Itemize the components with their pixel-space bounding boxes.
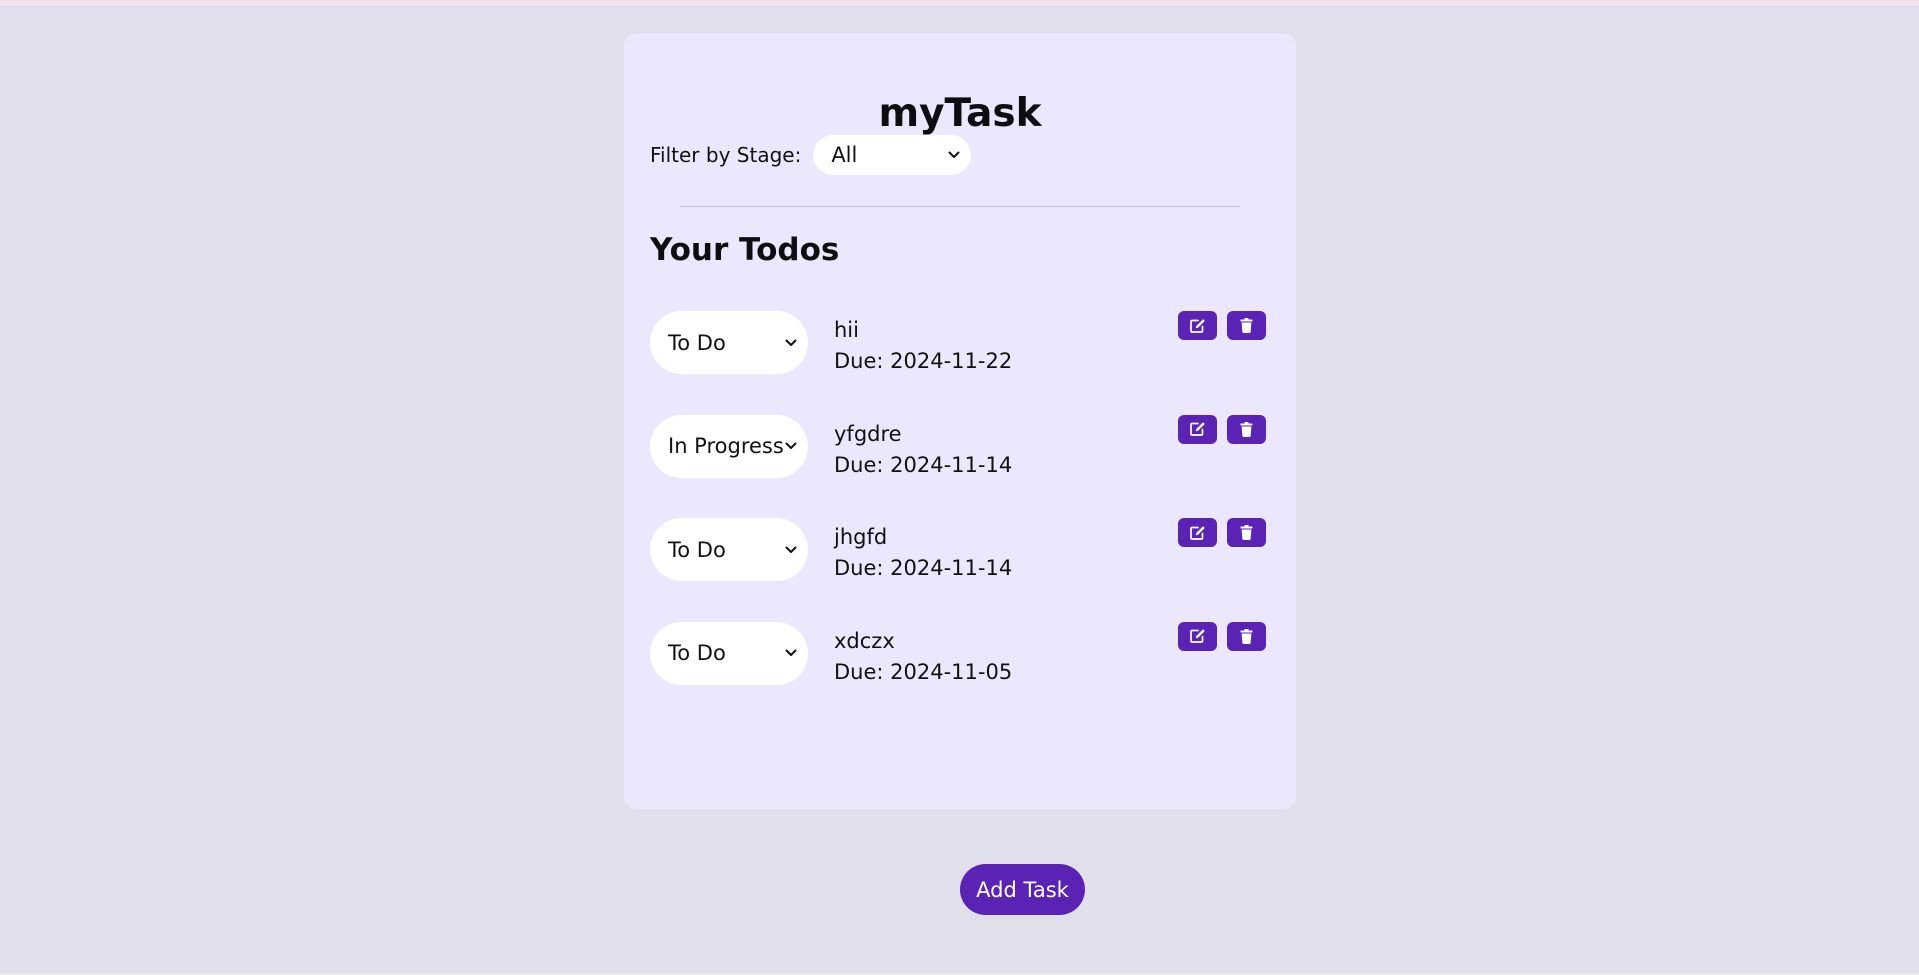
trash-icon [1240,628,1253,644]
edit-button[interactable] [1178,621,1217,651]
divider [680,206,1240,207]
todo-stage-select[interactable]: To Do [650,518,808,581]
delete-button[interactable] [1227,311,1266,340]
todo-item: To Do hii Due: 2024-11-22 [650,311,1270,415]
chevron-down-icon [784,439,798,453]
todo-stage-value: To Do [668,330,726,355]
chevron-down-icon [784,336,798,350]
delete-button[interactable] [1227,621,1266,651]
edit-icon [1190,318,1205,333]
stage-filter-value: All [831,143,858,167]
chevron-down-icon [784,646,798,660]
todo-item: To Do xdczx Due: 2024-11-05 [650,621,1270,726]
chevron-down-icon [784,543,798,557]
todo-title: yfgdre [834,421,902,446]
todo-actions [1178,518,1266,547]
todo-text: hii Due: 2024-11-22 [834,315,1012,377]
edit-button[interactable] [1178,518,1217,547]
edit-icon [1190,422,1205,436]
todo-item: To Do jhgfd Due: 2024-11-14 [650,518,1270,622]
trash-icon [1240,525,1253,540]
todo-actions [1178,414,1266,444]
todo-text: yfgdre Due: 2024-11-14 [834,419,1012,481]
filter-label: Filter by Stage: [650,143,802,167]
task-card: myTask Filter by Stage: All Your Todos T… [624,33,1296,809]
todo-stage-select[interactable]: In Progress [650,414,808,478]
todo-due-date: Due: 2024-11-14 [834,452,1013,477]
todo-title: jhgfd [834,525,888,549]
edit-button[interactable] [1178,311,1217,340]
edit-button[interactable] [1178,414,1217,444]
todo-due-date: Due: 2024-11-14 [834,556,1013,580]
todo-text: jhgfd Due: 2024-11-14 [834,522,1012,584]
todo-due-date: Due: 2024-11-22 [834,349,1013,373]
top-strip [0,0,1919,6]
stage-filter-select[interactable]: All [813,135,972,175]
todo-list: To Do hii Due: 2024-11-22 In Progress yf… [650,311,1270,725]
todo-due-date: Due: 2024-11-05 [834,659,1013,684]
todo-actions [1178,311,1266,340]
trash-icon [1240,421,1253,437]
todo-title: xdczx [834,628,895,653]
todo-title: hii [834,318,859,342]
trash-icon [1240,318,1253,333]
todo-actions [1178,621,1266,651]
todo-text: xdczx Due: 2024-11-05 [834,626,1012,688]
todo-stage-value: In Progress [668,434,784,458]
chevron-down-icon [947,148,961,162]
todo-stage-select[interactable]: To Do [650,621,808,685]
todo-item: In Progress yfgdre Due: 2024-11-14 [650,414,1270,519]
todo-stage-value: To Do [668,641,726,665]
app-title: myTask [878,91,1042,136]
delete-button[interactable] [1227,518,1266,547]
edit-icon [1190,525,1205,540]
filter-row: Filter by Stage: All [650,135,972,175]
todo-stage-value: To Do [668,537,726,562]
add-task-button[interactable]: Add Task [960,864,1085,915]
section-title: Your Todos [650,232,840,268]
delete-button[interactable] [1227,414,1266,444]
todo-stage-select[interactable]: To Do [650,311,808,374]
edit-icon [1190,629,1205,643]
